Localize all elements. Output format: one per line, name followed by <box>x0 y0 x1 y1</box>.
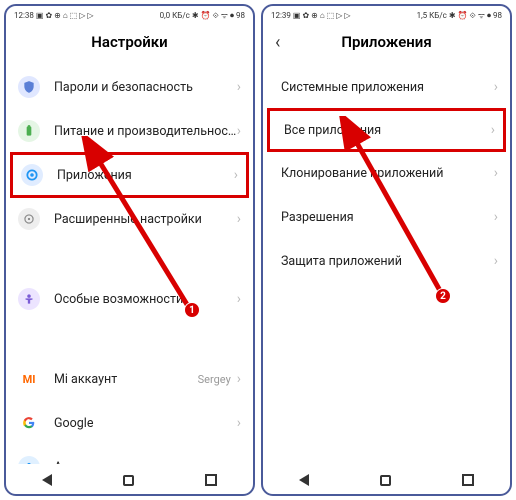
shield-icon <box>18 76 40 98</box>
status-icons-right: ✱ ⏰ ⟐ ᯤ ⏺ 98 <box>449 10 502 21</box>
chevron-right-icon: › <box>494 253 498 269</box>
nav-back-button[interactable] <box>299 474 309 486</box>
chevron-right-icon: › <box>234 167 238 183</box>
nav-home-button[interactable] <box>380 475 391 486</box>
status-net: 1,5 КБ/с <box>417 11 447 20</box>
row-label: Питание и производительность <box>54 124 237 139</box>
row-label: Особые возможности <box>54 292 237 307</box>
row-battery[interactable]: Питание и производительность › <box>6 109 253 153</box>
status-icons-left: ▣ ✿ ⊕ ⌂ ⬚ ▷ ▷ <box>36 11 94 20</box>
nav-recent-button[interactable] <box>462 474 474 486</box>
row-label: Mi аккаунт <box>54 372 198 387</box>
row-label: Приложения <box>57 168 234 183</box>
chevron-right-icon: › <box>491 122 495 138</box>
status-bar: 12:39 ▣ ✿ ⊕ ⌂ ⬚ ▷ ▷ 1,5 КБ/с ✱ ⏰ ⟐ ᯤ ⏺ 9… <box>263 6 510 23</box>
row-all-apps[interactable]: Все приложения › <box>267 108 506 152</box>
status-net: 0,0 КБ/с <box>160 11 190 20</box>
row-passwords[interactable]: Пароли и безопасность › <box>6 65 253 109</box>
nav-back-button[interactable] <box>42 474 52 486</box>
row-label: Системные приложения <box>281 80 494 95</box>
chevron-right-icon: › <box>237 79 241 95</box>
chevron-right-icon: › <box>237 123 241 139</box>
sync-icon <box>18 456 40 464</box>
row-clone-apps[interactable]: Клонирование приложений › <box>263 151 510 195</box>
status-icons-left: ▣ ✿ ⊕ ⌂ ⬚ ▷ ▷ <box>293 11 351 20</box>
row-advanced[interactable]: Расширенные настройки › <box>6 197 253 241</box>
chevron-right-icon: › <box>494 165 498 181</box>
nav-recent-button[interactable] <box>205 474 217 486</box>
nav-bar <box>263 464 510 494</box>
google-icon <box>18 412 40 434</box>
chevron-right-icon: › <box>237 415 241 431</box>
row-label: Клонирование приложений <box>281 166 494 181</box>
row-label: Защита приложений <box>281 254 494 269</box>
row-label: Пароли и безопасность <box>54 80 237 95</box>
gear-icon <box>21 164 43 186</box>
header: Настройки <box>6 23 253 65</box>
accessibility-icon <box>18 288 40 310</box>
page-title: Приложения <box>341 33 431 51</box>
apps-list: Системные приложения › Все приложения › … <box>263 65 510 464</box>
mi-logo-icon: MI <box>18 368 40 390</box>
row-permissions[interactable]: Разрешения › <box>263 195 510 239</box>
row-value: Sergey <box>198 373 231 386</box>
row-label: Расширенные настройки <box>54 212 237 227</box>
chevron-right-icon: › <box>494 79 498 95</box>
phone-apps: 12:39 ▣ ✿ ⊕ ⌂ ⬚ ▷ ▷ 1,5 КБ/с ✱ ⏰ ⟐ ᯤ ⏺ 9… <box>261 4 512 496</box>
phone-settings: 12:38 ▣ ✿ ⊕ ⌂ ⬚ ▷ ▷ 0,0 КБ/с ✱ ⏰ ⟐ ᯤ ⏺ 9… <box>4 4 255 496</box>
row-mi-account[interactable]: MI Mi аккаунт Sergey › <box>6 357 253 401</box>
row-system-apps[interactable]: Системные приложения › <box>263 65 510 109</box>
page-title: Настройки <box>91 33 167 51</box>
nav-home-button[interactable] <box>123 475 134 486</box>
chevron-right-icon: › <box>237 211 241 227</box>
row-google[interactable]: Google › <box>6 401 253 445</box>
chevron-right-icon: › <box>237 291 241 307</box>
status-bar: 12:38 ▣ ✿ ⊕ ⌂ ⬚ ▷ ▷ 0,0 КБ/с ✱ ⏰ ⟐ ᯤ ⏺ 9… <box>6 6 253 23</box>
row-apps[interactable]: Приложения › <box>10 152 249 198</box>
row-accounts-sync[interactable]: Аккаунты и синхронизация › <box>6 445 253 464</box>
annotation-badge-1: 1 <box>184 302 200 318</box>
settings-list: Пароли и безопасность › Питание и произв… <box>6 65 253 464</box>
row-label: Все приложения <box>284 123 491 138</box>
sliders-icon <box>18 208 40 230</box>
row-label: Google <box>54 416 237 431</box>
back-button[interactable]: ‹ <box>275 32 280 53</box>
row-label: Разрешения <box>281 210 494 225</box>
header: ‹ Приложения <box>263 23 510 65</box>
status-icons-right: ✱ ⏰ ⟐ ᯤ ⏺ 98 <box>192 10 245 21</box>
chevron-right-icon: › <box>494 209 498 225</box>
row-accessibility[interactable]: Особые возможности › <box>6 277 253 321</box>
status-time: 12:39 <box>271 11 291 20</box>
battery-icon <box>18 120 40 142</box>
annotation-badge-2: 2 <box>435 288 451 304</box>
row-app-lock[interactable]: Защита приложений › <box>263 239 510 283</box>
chevron-right-icon: › <box>237 371 241 387</box>
status-time: 12:38 <box>14 11 34 20</box>
nav-bar <box>6 464 253 494</box>
